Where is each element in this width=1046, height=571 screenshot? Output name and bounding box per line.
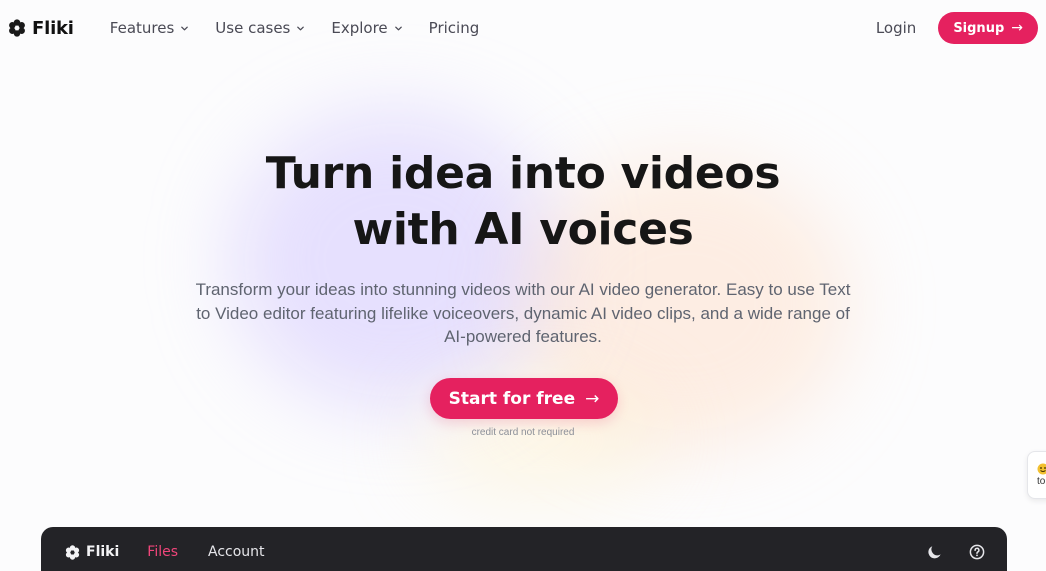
moon-icon[interactable] xyxy=(927,544,943,560)
nav-features[interactable]: Features xyxy=(110,19,190,37)
app-actions xyxy=(927,544,985,560)
hero-title-line2: with AI voices xyxy=(352,204,694,255)
hero-title-line1: Turn idea into videos xyxy=(265,148,781,199)
chevron-down-icon xyxy=(394,24,403,33)
brand-name: Fliki xyxy=(32,17,74,39)
flower-gear-icon xyxy=(65,544,80,560)
tab-account[interactable]: Account xyxy=(208,544,265,560)
app-brand-name: Fliki xyxy=(86,544,120,560)
chevron-down-icon xyxy=(296,24,305,33)
nav-pricing[interactable]: Pricing xyxy=(429,19,480,37)
side-widget[interactable]: to xyxy=(1027,451,1046,499)
hero-title: Turn idea into videos with AI voices xyxy=(0,146,1046,258)
flower-gear-icon xyxy=(8,19,26,37)
login-link[interactable]: Login xyxy=(876,19,916,37)
nav-explore[interactable]: Explore xyxy=(331,19,402,37)
app-brand[interactable]: Fliki xyxy=(65,544,119,560)
brand-logo[interactable]: Fliki xyxy=(8,18,74,39)
arrow-right-icon: → xyxy=(585,388,600,409)
credit-card-note: credit card not required xyxy=(471,427,575,438)
help-circle-icon[interactable] xyxy=(969,544,985,560)
cta-label: Start for free xyxy=(448,388,576,409)
signup-label: Signup xyxy=(953,20,1005,36)
nav-actions: Login Signup → xyxy=(876,12,1038,44)
nav-use-cases-label: Use cases xyxy=(215,19,291,37)
nav-use-cases[interactable]: Use cases xyxy=(215,19,305,37)
tab-files[interactable]: Files xyxy=(147,544,178,560)
top-nav: Fliki Features Use cases Explore Pricing… xyxy=(0,0,1046,56)
nav-links: Features Use cases Explore Pricing xyxy=(110,19,479,37)
app-preview-bar: Fliki Files Account xyxy=(41,527,1007,571)
nav-pricing-label: Pricing xyxy=(428,19,480,37)
nav-features-label: Features xyxy=(109,19,175,37)
signup-button[interactable]: Signup → xyxy=(938,12,1038,44)
chevron-down-icon xyxy=(180,24,189,33)
start-for-free-button[interactable]: Start for free → xyxy=(430,378,618,419)
side-widget-text: to xyxy=(1037,476,1046,487)
arrow-right-icon: → xyxy=(1011,20,1023,36)
hero-subtitle: Transform your ideas into stunning video… xyxy=(195,280,851,346)
nav-explore-label: Explore xyxy=(331,19,388,37)
emoji-icon xyxy=(1037,460,1046,475)
